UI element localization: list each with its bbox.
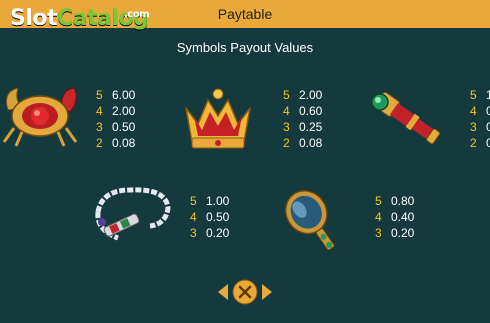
- payout-list-2: 5 2.00 4 0.60 3 0.25 2 0.08: [283, 87, 322, 151]
- left-arrow-ornament: [218, 284, 228, 300]
- payout-row: 5 2.00: [283, 88, 323, 102]
- logo-suffix: .com: [124, 9, 150, 20]
- payout-row: 2 0.08: [96, 136, 136, 150]
- payout-row: 3 0.25: [283, 120, 323, 134]
- payout-list-5: 5 0.80 4 0.40 3 0.20: [375, 193, 414, 241]
- payout-row: 51: [470, 88, 490, 102]
- payout-row: 4 0.60: [283, 104, 323, 118]
- gold-crown-icon: [180, 86, 256, 156]
- logo-text-main: Slot: [10, 6, 58, 31]
- hand-mirror-icon: [280, 178, 356, 252]
- pearl-necklace-icon: [88, 182, 174, 248]
- spyglass-icon: [368, 84, 448, 156]
- payout-row: 3 0.20: [190, 226, 230, 240]
- payout-row: 3 0.20: [375, 226, 415, 240]
- payout-row: 4 2.00: [96, 104, 136, 118]
- payout-row: 30: [470, 120, 490, 134]
- close-button[interactable]: [216, 277, 274, 307]
- payout-row: 2 0.08: [283, 136, 323, 150]
- red-gem-crab-icon: [0, 80, 80, 150]
- payout-row: 40: [470, 104, 490, 118]
- payout-row: 4 0.40: [375, 210, 415, 224]
- payout-row: 20: [470, 136, 490, 150]
- payout-list-1: 5 6.00 4 2.00 3 0.50 2 0.08: [96, 87, 135, 151]
- payout-list-3: 51 40 30 20: [470, 87, 490, 151]
- payout-row: 5 6.00: [96, 88, 136, 102]
- payout-list-4: 5 1.00 4 0.50 3 0.20: [190, 193, 229, 241]
- slotcatalog-logo: SlotCatalog .com: [10, 6, 150, 32]
- payout-row: 5 1.00: [190, 194, 230, 208]
- close-icon: [232, 279, 258, 305]
- payout-row: 4 0.50: [190, 210, 230, 224]
- right-arrow-ornament: [262, 284, 272, 300]
- payout-row: 5 0.80: [375, 194, 415, 208]
- payout-row: 3 0.50: [96, 120, 136, 134]
- section-title: Symbols Payout Values: [176, 40, 314, 55]
